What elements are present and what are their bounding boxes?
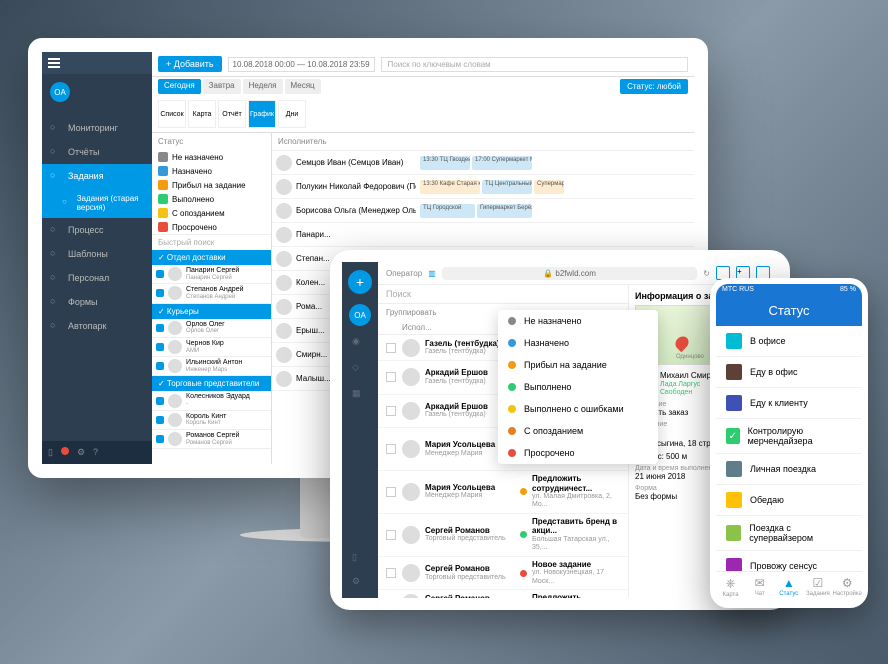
group-header[interactable]: ✓ Торговые представители	[152, 376, 271, 391]
task-row[interactable]: Сергей РомановТорговый представительПред…	[378, 590, 628, 598]
person-row[interactable]: Колесников Эдуард-	[152, 391, 271, 410]
period-tab[interactable]: Неделя	[243, 79, 283, 94]
nav-item[interactable]: ○Персонал	[42, 266, 152, 290]
person-row[interactable]: Романов СергейРоманов Сергей	[152, 430, 271, 449]
gear-icon[interactable]: ⚙	[352, 576, 368, 592]
period-tab[interactable]: Сегодня	[158, 79, 201, 94]
period-tab[interactable]: Завтра	[203, 79, 241, 94]
person-row[interactable]: Орлов ОлегОрлов Олег	[152, 319, 271, 338]
dropdown-item[interactable]: Выполнено	[498, 376, 658, 398]
dropdown-item[interactable]: Выполнено с ошибками	[498, 398, 658, 420]
menu-icon[interactable]	[48, 58, 60, 68]
task-row[interactable]: Мария УсольцеваМенеджер МарияПредложить …	[378, 471, 628, 514]
status-checkbox[interactable]: Выполнено	[152, 192, 271, 206]
dropdown-item[interactable]: С опозданием	[498, 420, 658, 442]
chart-icon[interactable]: ▦	[352, 388, 368, 404]
nav-item[interactable]: ○Процесс	[42, 218, 152, 242]
nav-item[interactable]: ○Автопарк	[42, 314, 152, 338]
nav-item[interactable]: ○Шаблоны	[42, 242, 152, 266]
status-option[interactable]: Еду к клиенту	[716, 388, 862, 419]
timeline-row[interactable]: Борисова Ольга (Менеджер Ольга)ТЦ Городс…	[272, 199, 694, 223]
nav-item[interactable]: ○Задания	[42, 164, 152, 188]
help-icon[interactable]: ?	[93, 447, 98, 458]
filters-title: Статус	[152, 133, 271, 150]
task-row[interactable]: Сергей РомановТорговый представительПред…	[378, 514, 628, 557]
tablet-sidebar: + OA ◉ ◇ ▦ ▯ ⚙	[342, 262, 378, 598]
url-bar[interactable]: 🔒 b2fwld.com	[442, 267, 698, 280]
sidebar-footer: ▯ ⚙ ?	[42, 441, 152, 464]
map-pin-icon	[673, 334, 691, 352]
nav-item[interactable]: ○Мониторинг	[42, 116, 152, 140]
status-dropdown[interactable]: Не назначеноНазначеноПрибыл на заданиеВы…	[498, 310, 658, 464]
bottom-tab[interactable]: ▲Статус	[774, 576, 803, 598]
view-mode[interactable]: Дни	[278, 100, 306, 128]
status-option[interactable]: Еду в офис	[716, 357, 862, 388]
person-row[interactable]: Ильинский АнтонИнженер Maps	[152, 357, 271, 376]
add-button[interactable]: + Добавить	[158, 56, 222, 72]
user-avatar[interactable]: OA	[50, 82, 70, 102]
view-mode[interactable]: Карта	[188, 100, 216, 128]
group-header[interactable]: ✓ Курьеры	[152, 304, 271, 319]
status-checkbox[interactable]: Назначено	[152, 164, 271, 178]
status-option[interactable]: Провожу сенсус	[716, 551, 862, 571]
device-icon[interactable]: ▯	[352, 552, 368, 568]
timeline-row[interactable]: Полукин Николай Федорович (Пол...)13:30 …	[272, 175, 694, 199]
dropdown-item[interactable]: Просрочено	[498, 442, 658, 464]
person-row[interactable]: Чернов КирАМИ	[152, 338, 271, 357]
operator-label: Оператор	[386, 269, 422, 278]
dropdown-item[interactable]: Не назначено	[498, 310, 658, 332]
status-option[interactable]: ✓Контролирую мерчендайзера	[716, 419, 862, 454]
task-row[interactable]: Сергей РомановТорговый представительНово…	[378, 557, 628, 590]
phone-device: МТС RUS85 % Статус В офисеЕду в офисЕду …	[710, 278, 868, 608]
status-option[interactable]: В офисе	[716, 326, 862, 357]
nav-item[interactable]: ○Отчёты	[42, 140, 152, 164]
timeline-header: Исполнитель	[272, 133, 694, 151]
status-option[interactable]: Личная поездка	[716, 454, 862, 485]
person-row[interactable]: Степанов АндрейСтепанов Андрей	[152, 284, 271, 303]
status-filter[interactable]: Статус: любой	[620, 79, 688, 94]
nav-item[interactable]: ○Задания (старая версия)	[42, 188, 152, 218]
view-mode[interactable]: Список	[158, 100, 186, 128]
device-icon[interactable]: ▯	[48, 447, 53, 458]
quick-search[interactable]: Быстрый поиск	[152, 234, 271, 250]
user-avatar[interactable]: OA	[349, 304, 371, 326]
nav-item[interactable]: ○Формы	[42, 290, 152, 314]
desktop-sidebar: OA ○Мониторинг○Отчёты○Задания○Задания (с…	[42, 52, 152, 464]
book-icon[interactable]: ▥	[428, 269, 436, 278]
bottom-tab[interactable]: ✉Чат	[745, 576, 774, 598]
notification-badge[interactable]	[61, 447, 69, 455]
tablet-search[interactable]: Поиск	[378, 285, 628, 304]
person-row[interactable]: Король КинтКороль Кинт	[152, 411, 271, 430]
add-button[interactable]: +	[348, 270, 372, 294]
dropdown-item[interactable]: Прибыл на задание	[498, 354, 658, 376]
bottom-tab[interactable]: ☑Задания	[803, 576, 832, 598]
status-checkbox[interactable]: Просрочено	[152, 220, 271, 234]
refresh-icon[interactable]: ↻	[703, 269, 710, 278]
gear-icon[interactable]: ⚙	[77, 447, 85, 458]
phone-title: Статус	[716, 295, 862, 326]
status-checkbox[interactable]: Не назначено	[152, 150, 271, 164]
timeline-row[interactable]: Панари...	[272, 223, 694, 247]
status-option[interactable]: Поездка с супервайзером	[716, 516, 862, 551]
view-mode[interactable]: График	[248, 100, 276, 128]
bottom-tab[interactable]: ⚙Настройка	[832, 576, 862, 598]
pin-icon[interactable]: ◇	[352, 362, 368, 378]
person-row[interactable]: Панарин СергейПанарин Сергей	[152, 265, 271, 284]
dropdown-item[interactable]: Назначено	[498, 332, 658, 354]
globe-icon[interactable]: ◉	[352, 336, 368, 352]
timeline-row[interactable]: Семцов Иван (Семцов Иван)13:30 ТЦ Гвозде…	[272, 151, 694, 175]
view-mode[interactable]: Отчёт	[218, 100, 246, 128]
status-checkbox[interactable]: С опозданием	[152, 206, 271, 220]
bottom-tab[interactable]: ⎈Карта	[716, 576, 745, 598]
search-input[interactable]: Поиск по ключевым словам	[381, 57, 688, 72]
status-option[interactable]: Обедаю	[716, 485, 862, 516]
group-header[interactable]: ✓ Отдел доставки	[152, 250, 271, 265]
period-tab[interactable]: Месяц	[285, 79, 321, 94]
date-range[interactable]: 10.08.2018 00:00 — 10.08.2018 23:59	[228, 57, 375, 72]
status-checkbox[interactable]: Прибыл на задание	[152, 178, 271, 192]
